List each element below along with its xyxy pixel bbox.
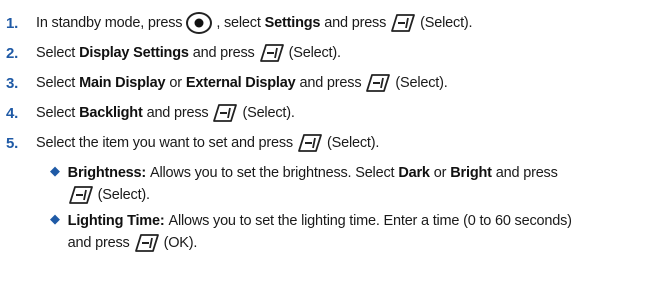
diamond-bullet-icon: ◆ [50,211,60,226]
left-soft-key-icon [391,14,416,32]
step-text: In standby mode, press , select Settings… [36,12,473,34]
step-number: 4. [6,104,19,122]
settings-term: Settings [264,15,321,31]
bright-term: Bright [450,165,492,181]
step-number: 3. [6,74,19,92]
bullet-brightness: ◆ Brightness: Allows you to set the brig… [50,162,657,206]
step-text: Select Main Display or External Display … [36,74,448,92]
step-3: 3. Select Main Display or External Displ… [6,68,657,98]
step-number: 5. [6,134,19,152]
step-text: Select Backlight and press (Select). [36,104,295,122]
left-soft-key-icon [213,104,238,122]
main-display-term: Main Display [79,75,166,91]
left-soft-key-icon [259,44,284,62]
brightness-term: Brightness: [67,165,147,181]
left-soft-key-icon [366,74,391,92]
external-display-term: External Display [185,75,296,91]
step-number: 2. [6,44,19,62]
step-1: 1. In standby mode, press , select Setti… [6,8,657,38]
step-text: Select the item you want to set and pres… [36,134,380,152]
step-2: 2. Select Display Settings and press (Se… [6,38,657,68]
bullet-body: Brightness: Allows you to set the bright… [68,162,657,206]
left-soft-key-icon [134,234,159,252]
home-key-icon [186,12,213,34]
lighting-time-term: Lighting Time: [67,213,165,229]
display-settings-term: Display Settings [79,45,189,61]
instruction-page: 1. In standby mode, press , select Setti… [0,0,663,303]
left-soft-key-icon [68,186,93,204]
dark-term: Dark [398,165,430,181]
diamond-bullet-icon: ◆ [50,163,60,178]
step-5: 5. Select the item you want to set and p… [6,128,657,158]
bullet-body: Lighting Time: Allows you to set the lig… [68,210,657,254]
backlight-term: Backlight [79,105,143,121]
step-4: 4. Select Backlight and press (Select). [6,98,657,128]
bullet-lighting-time: ◆ Lighting Time: Allows you to set the l… [50,210,657,254]
step-text: Select Display Settings and press (Selec… [36,44,341,62]
left-soft-key-icon [298,134,322,152]
step-number: 1. [6,14,19,32]
